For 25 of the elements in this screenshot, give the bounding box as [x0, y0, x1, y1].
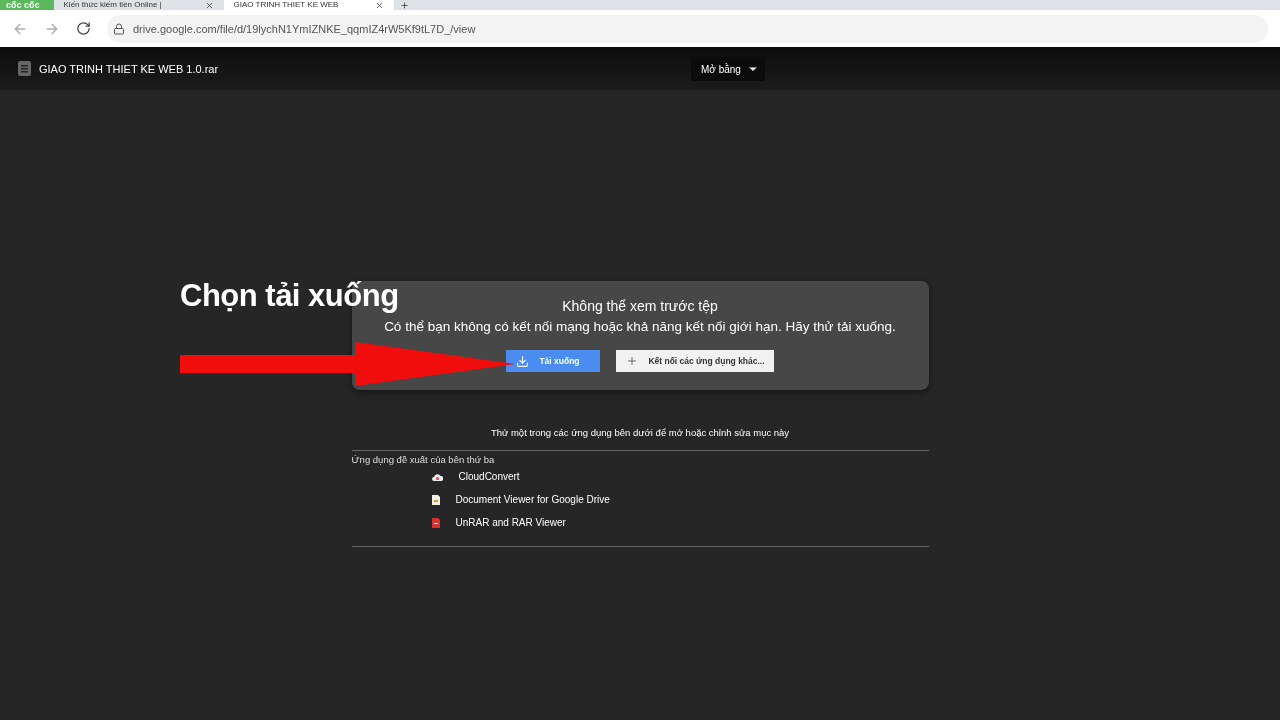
- app-link[interactable]: Document Viewer for Google Drive: [455, 494, 610, 505]
- apps-hint: Thử một trong các ứng dụng bên dưới để mở hoặc chỉnh sửa mục này: [490, 427, 790, 438]
- new-tab-icon[interactable]: [399, 1, 409, 10]
- error-message: Có thể bạn không có kết nối mạng hoặc khả năng kết nối giới hạn. Hãy thử tải xuống.: [384, 319, 896, 334]
- error-title: Không thể xem trước tệp: [562, 298, 718, 314]
- close-icon[interactable]: [374, 0, 384, 10]
- reload-icon[interactable]: [76, 21, 91, 36]
- close-icon[interactable]: [204, 0, 214, 10]
- cloud-icon: [431, 472, 443, 481]
- archive-icon: [431, 517, 440, 528]
- lock-icon: [113, 22, 125, 35]
- annotation-label: Chọn tải xuống: [180, 278, 399, 314]
- browser-tab[interactable]: Kiến thức kiếm tiền Online |: [53, 0, 224, 10]
- connect-apps-button[interactable]: Kết nối các ứng dụng khác...: [616, 350, 774, 372]
- app-link[interactable]: UnRAR and RAR Viewer: [455, 517, 566, 528]
- address-bar[interactable]: drive.google.com/file/d/19lychN1YmIZNKE_qqmIZ4rW5Kf9tL7D_/view: [107, 14, 1268, 43]
- open-with-button[interactable]: Mở bằng: [691, 57, 765, 81]
- file-name: GIAO TRINH THIET KE WEB 1.0.rar: [39, 62, 219, 75]
- document-icon: [431, 494, 440, 505]
- browser-tab[interactable]: GIAO TRINH THIET KE WEB: [223, 0, 394, 10]
- plus-icon: [626, 355, 639, 367]
- app-link[interactable]: CloudConvert: [458, 471, 520, 482]
- download-icon: [516, 354, 530, 368]
- section-heading: Ứng dụng đề xuất của bên thứ ba: [351, 454, 496, 465]
- file-icon: [18, 61, 31, 76]
